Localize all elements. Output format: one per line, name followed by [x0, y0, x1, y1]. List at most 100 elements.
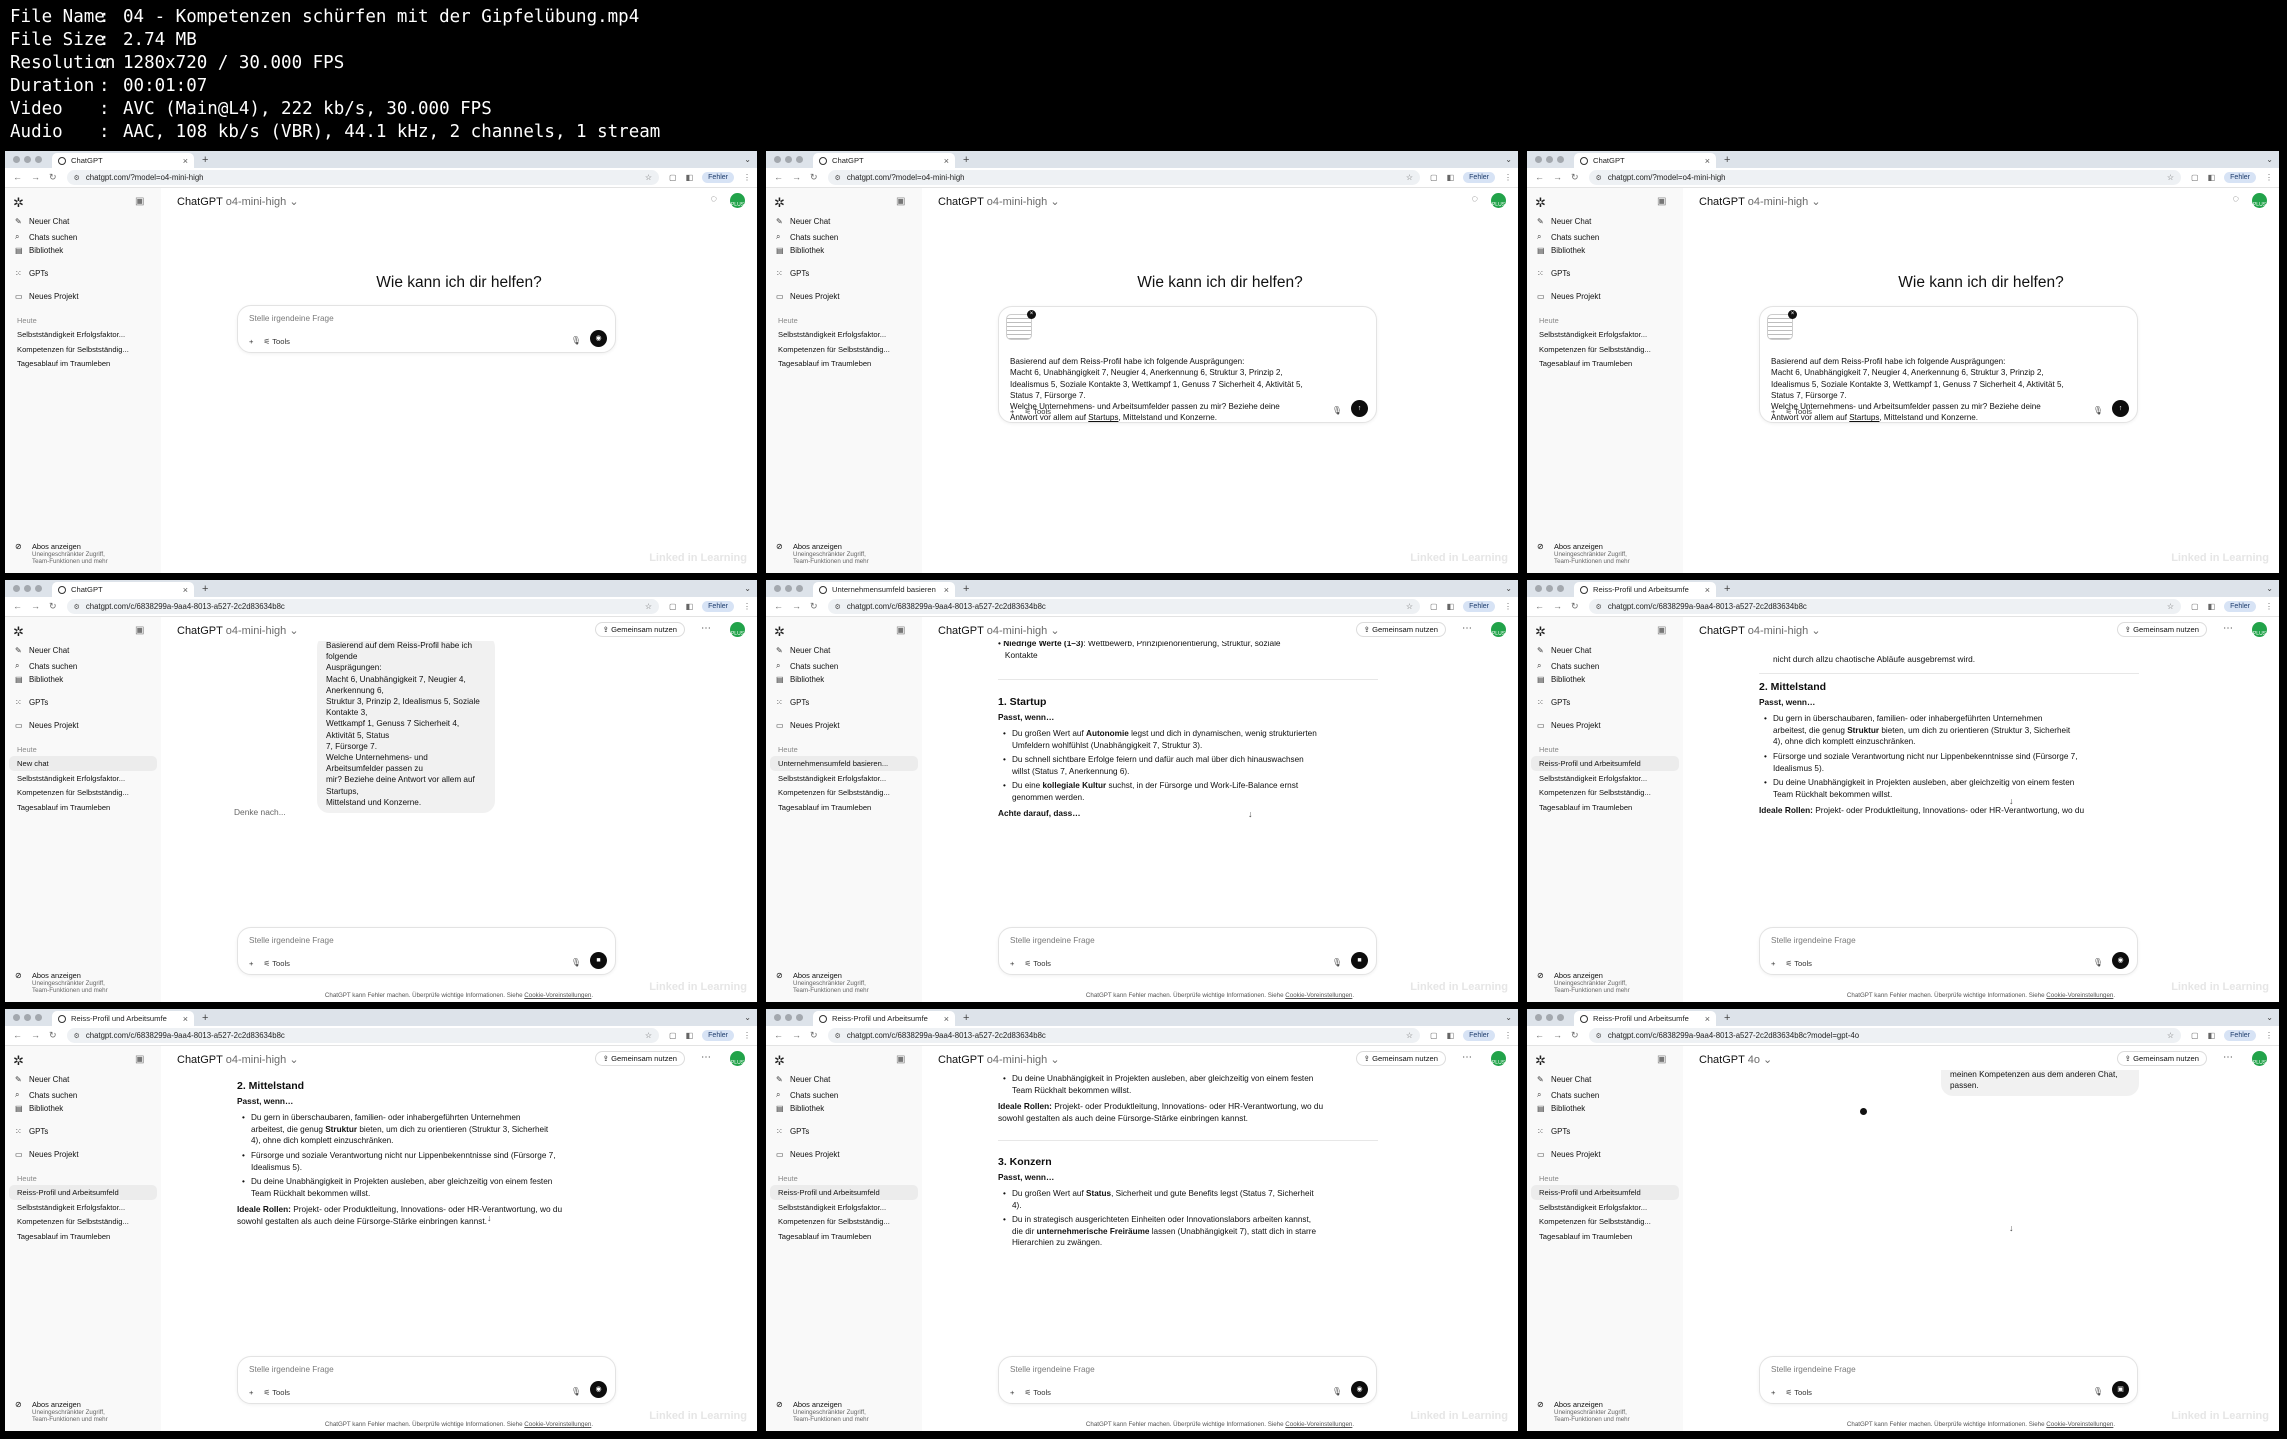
arrow-down-icon[interactable]: ↓: [1248, 809, 1253, 819]
gpts-button[interactable]: ⁙ GPTs: [1537, 1127, 1677, 1136]
extensions-icon[interactable]: ▢: [2191, 602, 2199, 611]
stop-icon[interactable]: ■: [590, 952, 607, 969]
model-selector[interactable]: ChatGPT o4-mini-high ⌄: [177, 624, 299, 637]
model-selector[interactable]: ChatGPT o4-mini-high ⌄: [1699, 624, 1821, 637]
gpts-button[interactable]: ⁙ GPTs: [1537, 269, 1677, 278]
tab-list-chevron-icon[interactable]: ⌄: [744, 1013, 751, 1022]
browser-tab[interactable]: Reiss-Profil und Arbeitsumfe ×: [813, 1011, 955, 1026]
library-button[interactable]: ▤ Bibliothek: [15, 246, 155, 255]
error-badge[interactable]: Fehler: [702, 172, 734, 183]
sidebar-chat-item[interactable]: Selbstständigkeit Erfolgsfaktor...: [778, 330, 916, 339]
sidebar-chat-item[interactable]: Reiss-Profil und Arbeitsumfeld: [1531, 756, 1679, 771]
new-tab-icon[interactable]: +: [963, 154, 969, 166]
forward-icon[interactable]: →: [1553, 172, 1562, 183]
tab-list-chevron-icon[interactable]: ⌄: [744, 155, 751, 164]
new-project-button[interactable]: ▭ Neues Projekt: [776, 1150, 916, 1159]
tab-list-chevron-icon[interactable]: ⌄: [2266, 1013, 2273, 1022]
prompt-placeholder[interactable]: Stelle irgendeine Frage: [1771, 1365, 1856, 1374]
forward-icon[interactable]: →: [31, 1030, 40, 1041]
prompt-placeholder[interactable]: Stelle irgendeine Frage: [249, 936, 334, 945]
prompt-composer[interactable]: Stelle irgendeine Frage + ⚟ Tools 🎙︎ ◉: [237, 1356, 616, 1404]
bookmark-star-icon[interactable]: ☆: [645, 173, 652, 182]
new-chat-button[interactable]: ✎ Neuer Chat: [1537, 646, 1677, 655]
sidebar-toggle-icon[interactable]: ▣: [135, 625, 144, 636]
openai-logo-icon[interactable]: ✲: [1535, 1053, 1546, 1069]
forward-icon[interactable]: →: [31, 601, 40, 612]
openai-logo-icon[interactable]: ✲: [13, 624, 24, 640]
url-field[interactable]: ⚙ chatgpt.com/?model=o4-mini-high ☆: [827, 170, 1421, 185]
arrow-down-icon[interactable]: ↓: [2009, 1223, 2014, 1233]
mic-icon[interactable]: 🎙︎: [571, 958, 581, 967]
search-chats-button[interactable]: ⌕ Chats suchen: [776, 232, 916, 242]
sidebar-toggle-icon[interactable]: ▣: [896, 196, 905, 207]
sidebar-toggle-icon[interactable]: ▣: [896, 625, 905, 636]
prompt-composer[interactable]: Stelle irgendeine Frage + ⚟ Tools 🎙︎ ■: [998, 927, 1377, 975]
share-button[interactable]: ⇪ Gemeinsam nutzen: [594, 622, 685, 637]
tab-list-chevron-icon[interactable]: ⌄: [2266, 584, 2273, 593]
profile-icon[interactable]: ◧: [2208, 1031, 2216, 1040]
bookmark-star-icon[interactable]: ☆: [1406, 602, 1413, 611]
voice-icon[interactable]: ◉: [1351, 1381, 1368, 1398]
openai-logo-icon[interactable]: ✲: [1535, 624, 1546, 640]
mic-icon[interactable]: 🎙︎: [2093, 958, 2103, 967]
tools-button[interactable]: ⚟ Tools: [263, 959, 290, 968]
upgrade-plans[interactable]: ⊘ Abos anzeigen Uneingeschränkter Zugriff…: [15, 1400, 108, 1423]
extensions-icon[interactable]: ▢: [669, 1031, 677, 1040]
error-badge[interactable]: Fehler: [702, 601, 734, 612]
avatar[interactable]: PLUS: [1491, 1051, 1506, 1066]
gpts-button[interactable]: ⁙ GPTs: [15, 1127, 155, 1136]
tab-list-chevron-icon[interactable]: ⌄: [744, 584, 751, 593]
site-info-icon[interactable]: ⚙: [1596, 174, 1602, 182]
profile-icon[interactable]: ◧: [1447, 1031, 1455, 1040]
prompt-composer[interactable]: Stelle irgendeine Frage + ⚟ Tools 🎙︎ ◉: [237, 305, 616, 353]
new-tab-icon[interactable]: +: [963, 583, 969, 595]
tab-close-icon[interactable]: ×: [944, 585, 949, 595]
avatar[interactable]: PLUS: [730, 622, 745, 637]
tab-close-icon[interactable]: ×: [1705, 1014, 1710, 1024]
tab-close-icon[interactable]: ×: [944, 1014, 949, 1024]
forward-icon[interactable]: →: [792, 601, 801, 612]
openai-logo-icon[interactable]: ✲: [13, 195, 24, 211]
new-chat-button[interactable]: ✎ Neuer Chat: [776, 1075, 916, 1084]
new-project-button[interactable]: ▭ Neues Projekt: [1537, 1150, 1677, 1159]
prompt-placeholder[interactable]: Stelle irgendeine Frage: [249, 1365, 334, 1374]
new-chat-button[interactable]: ✎ Neuer Chat: [776, 217, 916, 226]
prompt-text[interactable]: Basierend auf dem Reiss-Profil habe ich …: [1010, 356, 1366, 424]
share-button[interactable]: ⇪ Gemeinsam nutzen: [2116, 622, 2207, 637]
new-project-button[interactable]: ▭ Neues Projekt: [776, 292, 916, 301]
tools-button[interactable]: ⚟ Tools: [1785, 959, 1812, 968]
window-controls[interactable]: [1535, 1014, 1564, 1021]
prompt-composer[interactable]: × Basierend auf dem Reiss-Profil habe ic…: [1759, 306, 2138, 423]
library-button[interactable]: ▤ Bibliothek: [776, 1104, 916, 1113]
avatar[interactable]: PLUS: [2252, 193, 2267, 208]
menu-kebab-icon[interactable]: ⋮: [1504, 1031, 1512, 1040]
profile-icon[interactable]: ◧: [686, 173, 694, 182]
sidebar-toggle-icon[interactable]: ▣: [1657, 196, 1666, 207]
mic-icon[interactable]: 🎙︎: [571, 1387, 581, 1396]
prompt-composer[interactable]: Stelle irgendeine Frage + ⚟ Tools 🎙︎ ■: [237, 927, 616, 975]
model-selector[interactable]: ChatGPT o4-mini-high ⌄: [1699, 195, 1821, 208]
url-field[interactable]: ⚙ chatgpt.com/c/6838299a-9aa4-8013-a527-…: [1588, 599, 2182, 614]
openai-logo-icon[interactable]: ✲: [774, 624, 785, 640]
sidebar-chat-item[interactable]: Kompetenzen für Selbstständig...: [17, 788, 155, 797]
new-project-button[interactable]: ▭ Neues Projekt: [15, 292, 155, 301]
gpts-button[interactable]: ⁙ GPTs: [15, 269, 155, 278]
menu-kebab-icon[interactable]: ⋮: [1504, 602, 1512, 611]
new-tab-icon[interactable]: +: [1724, 583, 1730, 595]
url-field[interactable]: ⚙ chatgpt.com/c/6838299a-9aa4-8013-a527-…: [827, 599, 1421, 614]
gpts-button[interactable]: ⁙ GPTs: [15, 698, 155, 707]
back-icon[interactable]: ←: [13, 601, 22, 612]
cookie-settings-link[interactable]: Cookie-Voreinstellungen: [524, 992, 591, 999]
sidebar-chat-item[interactable]: Kompetenzen für Selbstständig...: [1539, 345, 1677, 354]
attach-plus-icon[interactable]: +: [1010, 959, 1014, 968]
url-field[interactable]: ⚙ chatgpt.com/?model=o4-mini-high ☆: [1588, 170, 2182, 185]
avatar[interactable]: PLUS: [730, 193, 745, 208]
prompt-composer[interactable]: × Basierend auf dem Reiss-Profil habe ic…: [998, 306, 1377, 423]
tab-list-chevron-icon[interactable]: ⌄: [1505, 1013, 1512, 1022]
cookie-settings-link[interactable]: Cookie-Voreinstellungen: [2046, 1421, 2113, 1428]
error-badge[interactable]: Fehler: [702, 1030, 734, 1041]
model-selector[interactable]: ChatGPT o4-mini-high ⌄: [938, 195, 1060, 208]
back-icon[interactable]: ←: [774, 172, 783, 183]
menu-kebab-icon[interactable]: ⋮: [743, 1031, 751, 1040]
profile-icon[interactable]: ◧: [1447, 602, 1455, 611]
